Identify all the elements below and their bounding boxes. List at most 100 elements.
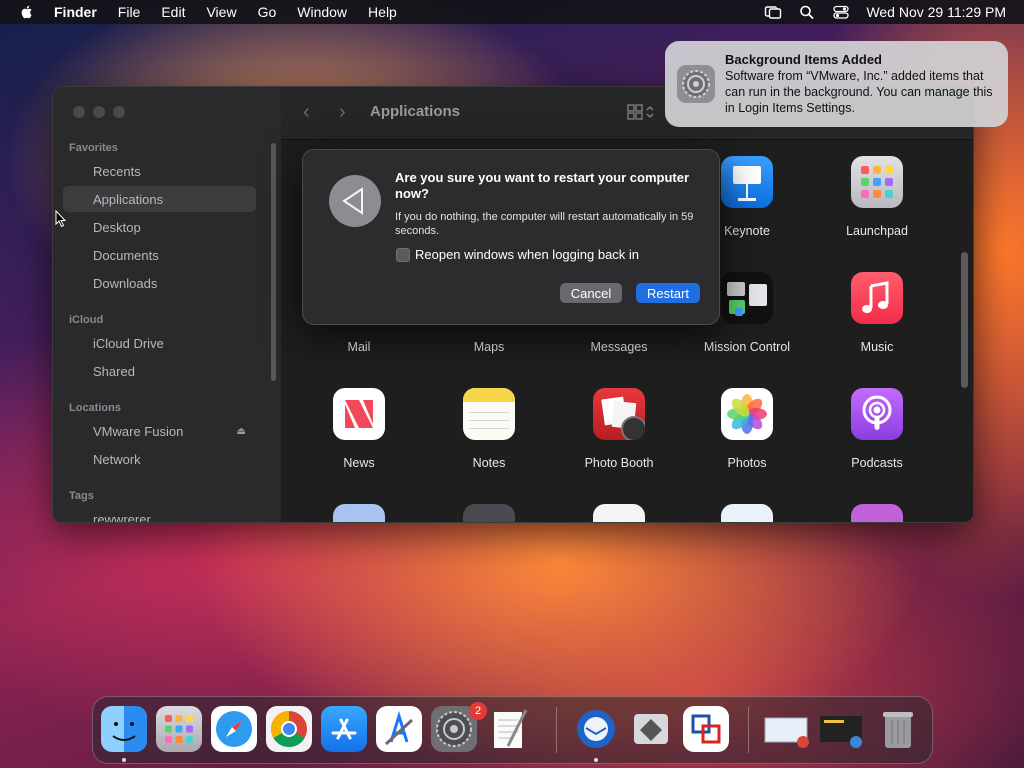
dock-thunderbird-icon[interactable]	[573, 706, 619, 752]
notification-banner[interactable]: Background Items Added Software from “VM…	[665, 41, 1008, 127]
app-label: Music	[860, 340, 894, 354]
mouse-cursor-icon	[55, 210, 67, 228]
screen-mirroring-icon[interactable]	[764, 4, 782, 20]
sidebar-item-desktop[interactable]: Desktop	[63, 214, 256, 240]
reopen-windows-label[interactable]: Reopen windows when logging back in	[415, 247, 639, 262]
partial-app-icon[interactable]	[333, 504, 385, 522]
menu-help[interactable]: Help	[368, 4, 397, 20]
dock-safari-icon[interactable]	[211, 706, 257, 752]
app-label: Podcasts	[851, 456, 903, 470]
minimize-button[interactable]	[93, 106, 105, 118]
menu-app-name[interactable]: Finder	[54, 4, 97, 20]
dock-chrome-icon[interactable]	[266, 706, 312, 752]
app-label: Mail	[347, 340, 371, 354]
podcasts-icon	[851, 388, 903, 440]
sidebar-item-label: rewwrerer	[93, 511, 151, 523]
app-photo-booth[interactable]: Photo Booth	[559, 388, 679, 470]
content-scrollbar[interactable]	[961, 252, 968, 388]
sidebar-item-shared[interactable]: Shared	[63, 358, 256, 384]
news-icon	[333, 388, 385, 440]
dock-app-store-icon[interactable]	[321, 706, 367, 752]
cancel-button[interactable]: Cancel	[560, 283, 622, 303]
forward-icon[interactable]: ›	[339, 101, 346, 124]
notes-icon	[463, 388, 515, 440]
sidebar-item-icloud-drive[interactable]: iCloud Drive	[63, 330, 256, 356]
sidebar-header-tags: Tags	[69, 490, 94, 502]
back-icon[interactable]: ‹	[303, 101, 310, 124]
eject-icon[interactable]: ⏏	[237, 426, 246, 437]
restart-dialog: Are you sure you want to restart your co…	[302, 149, 720, 325]
notification-body: Software from “VMware, Inc.” added items…	[725, 69, 993, 115]
app-news[interactable]: News	[299, 388, 419, 470]
system-settings-icon	[677, 65, 715, 103]
menu-bar: Finder File Edit View Go Window Help Wed…	[0, 0, 1024, 24]
sidebar-header-locations: Locations	[69, 402, 121, 414]
mission-control-icon	[721, 272, 773, 324]
dock-textedit-icon[interactable]	[486, 706, 532, 752]
search-icon[interactable]	[798, 4, 816, 20]
dock-recent-item-2-icon[interactable]	[818, 706, 864, 752]
photos-icon	[721, 388, 773, 440]
photo-booth-icon	[593, 388, 645, 440]
dock-vmware-fusion-icon[interactable]	[683, 706, 729, 752]
dock-recent-item-1-icon[interactable]	[763, 706, 809, 752]
menu-view[interactable]: View	[206, 4, 236, 20]
finder-sidebar: Favorites Recents Applications Desktop D…	[53, 87, 281, 522]
sidebar-item-recents[interactable]: Recents	[63, 158, 256, 184]
app-notes[interactable]: Notes	[429, 388, 549, 470]
partial-app-icon[interactable]	[593, 504, 645, 522]
dock-trash-icon[interactable]	[875, 706, 921, 752]
sidebar-item-downloads[interactable]: Downloads	[63, 270, 256, 296]
reopen-windows-checkbox[interactable]	[396, 248, 410, 262]
sidebar-item-label: VMware Fusion	[93, 423, 184, 439]
partial-app-icon[interactable]	[721, 504, 773, 522]
sidebar-item-applications[interactable]: Applications	[63, 186, 256, 212]
menu-clock[interactable]: Wed Nov 29 11:29 PM	[866, 4, 1006, 20]
dialog-message: If you do nothing, the computer will res…	[395, 211, 694, 237]
partial-app-icon[interactable]	[463, 504, 515, 522]
menu-file[interactable]: File	[118, 4, 141, 20]
sidebar-item-documents[interactable]: Documents	[63, 242, 256, 268]
menu-go[interactable]: Go	[258, 4, 277, 20]
sidebar-item-label: Documents	[93, 247, 159, 263]
sidebar-item-label: Applications	[93, 191, 164, 207]
sidebar-item-network[interactable]: Network	[63, 446, 256, 472]
view-grid-icon[interactable]	[627, 103, 659, 121]
sidebar-item-label: Downloads	[93, 275, 158, 291]
dock-separator	[748, 707, 749, 753]
running-indicator	[594, 758, 598, 762]
app-label: Mission Control	[703, 340, 791, 354]
dock-finder-icon[interactable]	[101, 706, 147, 752]
music-icon	[851, 272, 903, 324]
dock-boot-camp-icon[interactable]	[628, 706, 674, 752]
sidebar-item-label: Shared	[93, 363, 135, 379]
launchpad-icon	[851, 156, 903, 208]
sidebar-item-label: Recents	[93, 163, 141, 179]
apple-icon[interactable]	[18, 3, 36, 21]
app-music[interactable]: Music	[817, 272, 937, 354]
sidebar-header-icloud: iCloud	[69, 314, 104, 326]
app-label: News	[343, 456, 375, 470]
control-center-icon[interactable]	[832, 4, 850, 20]
dialog-title: Are you sure you want to restart your co…	[395, 170, 690, 201]
zoom-button[interactable]	[113, 106, 125, 118]
window-title: Applications	[370, 103, 461, 120]
sidebar-item-label: Desktop	[93, 219, 141, 235]
close-button[interactable]	[73, 106, 85, 118]
dock-xcode-icon[interactable]	[376, 706, 422, 752]
app-photos[interactable]: Photos	[687, 388, 807, 470]
running-indicator	[122, 758, 126, 762]
app-podcasts[interactable]: Podcasts	[817, 388, 937, 470]
app-launchpad[interactable]: Launchpad	[817, 156, 937, 238]
restart-button[interactable]: Restart	[636, 283, 700, 303]
menu-window[interactable]: Window	[297, 4, 347, 20]
dock-launchpad-icon[interactable]	[156, 706, 202, 752]
sidebar-scrollbar[interactable]	[271, 143, 276, 381]
app-label: Maps	[473, 340, 505, 354]
sidebar-item-tag[interactable]: rewwrerer	[63, 506, 256, 523]
sidebar-item-vmware-fusion[interactable]: VMware Fusion ⏏	[63, 418, 256, 444]
partial-app-icon[interactable]	[851, 504, 903, 522]
window-controls	[73, 106, 125, 118]
menu-edit[interactable]: Edit	[161, 4, 185, 20]
app-label: Photo Booth	[584, 456, 654, 470]
